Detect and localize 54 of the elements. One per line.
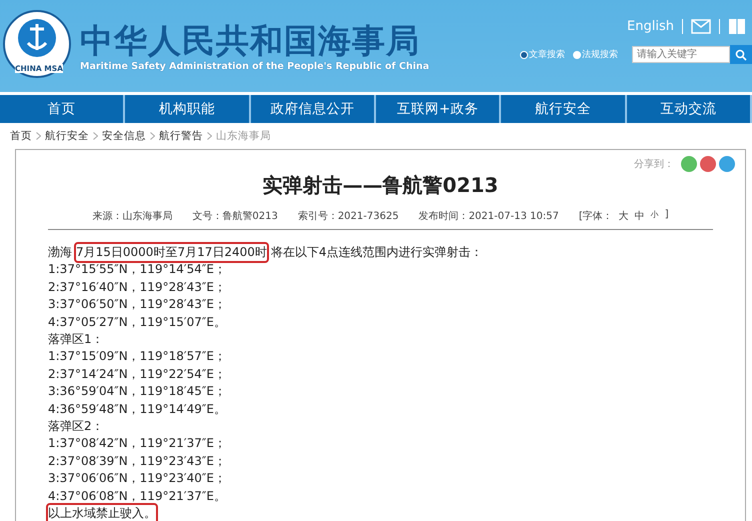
search-icon — [735, 48, 747, 60]
font-label: [字体： — [578, 210, 613, 223]
site-title: 中华人民共和国海事局 — [80, 20, 421, 60]
breadcrumb-link[interactable]: 航行警告 — [159, 129, 203, 143]
body-text: 2:37°16′40″N，119°28′43″E； — [48, 278, 226, 296]
chevron-icon — [150, 132, 155, 140]
mail-icon[interactable] — [691, 19, 711, 34]
meta-text: 发布时间：2021-07-13 10:57 — [418, 210, 559, 223]
article-title: 实弹射击——鲁航警0213 — [262, 172, 500, 199]
body-text: 1:37°08′42″N，119°21′37″E； — [48, 435, 226, 452]
chevron-icon — [36, 132, 41, 140]
body-text: 3:37°06′06″N，119°23′40″E； — [48, 470, 226, 488]
search-button[interactable] — [730, 45, 752, 64]
body-text: 3:36°59′04″N，119°18′45″E； — [48, 383, 226, 400]
meta-text: 文号：鲁航警0213 — [192, 210, 278, 223]
body-text: 4:37°05′27″N，119°15′07″E。 — [48, 314, 226, 331]
body-text: 渤海 — [48, 244, 72, 261]
font-size-link[interactable]: 大 — [618, 209, 629, 223]
breadcrumb-link[interactable]: 首页 — [10, 129, 32, 143]
body-text: 将在以下4点连线范围内进行实弹射击： — [270, 244, 483, 261]
breadcrumb-link[interactable]: 航行安全 — [45, 129, 89, 143]
search-field[interactable]: 请输入关键字 — [632, 46, 730, 63]
body-text: 落弹区1： — [48, 331, 104, 348]
anchor-logo-icon — [2, 9, 72, 79]
share-icon[interactable] — [681, 156, 697, 172]
chevron-icon — [207, 132, 212, 140]
nav-item[interactable]: 政府信息公开 — [250, 95, 376, 123]
nav-item[interactable]: 互联网+政务 — [376, 95, 502, 123]
meta-text: 索引号：2021-73625 — [298, 210, 399, 223]
share-icon[interactable] — [700, 156, 716, 172]
nav-item[interactable]: 首页 — [0, 95, 126, 123]
body-text: 落弹区2： — [48, 418, 104, 436]
body-text: 3:37°06′50″N，119°28′43″E； — [48, 296, 226, 314]
highlighted-text: 以上水域禁止驶入。 — [48, 505, 156, 521]
highlighted-text: 7月15日0000时至7月17日2400时 — [76, 244, 267, 262]
body-text: 2:37°14′24″N，119°22′54″E； — [48, 366, 226, 383]
body-text: 1:37°15′09″N，119°18′57″E； — [48, 348, 226, 366]
body-text: 4:36°59′48″N，119°14′49″E。 — [48, 400, 226, 418]
share-icon[interactable] — [719, 156, 735, 172]
site-subtitle: Maritime Safety Administration of the People's Republic of China — [80, 60, 430, 72]
body-text: 4:37°06′08″N，119°21′37″E。 — [48, 488, 226, 505]
nav-item[interactable]: 航行安全 — [501, 95, 627, 123]
font-bracket: ] — [664, 209, 669, 222]
chevron-icon — [93, 132, 98, 140]
book-icon[interactable] — [728, 18, 746, 35]
body-text: 1:37°15′55″N，119°14′54″E； — [48, 261, 226, 278]
breadcrumb-link[interactable]: 安全信息 — [102, 129, 146, 143]
meta-text: 来源：山东海事局 — [92, 210, 172, 223]
share-label: 分享到： — [634, 158, 674, 171]
font-size-link[interactable]: 中 — [634, 209, 645, 223]
font-size-link[interactable]: 小 — [650, 209, 659, 223]
nav-item[interactable]: 机构职能 — [125, 95, 251, 123]
body-text: 2:37°08′39″N，119°23′43″E； — [48, 452, 226, 470]
nav-item[interactable]: 互动交流 — [626, 95, 752, 123]
